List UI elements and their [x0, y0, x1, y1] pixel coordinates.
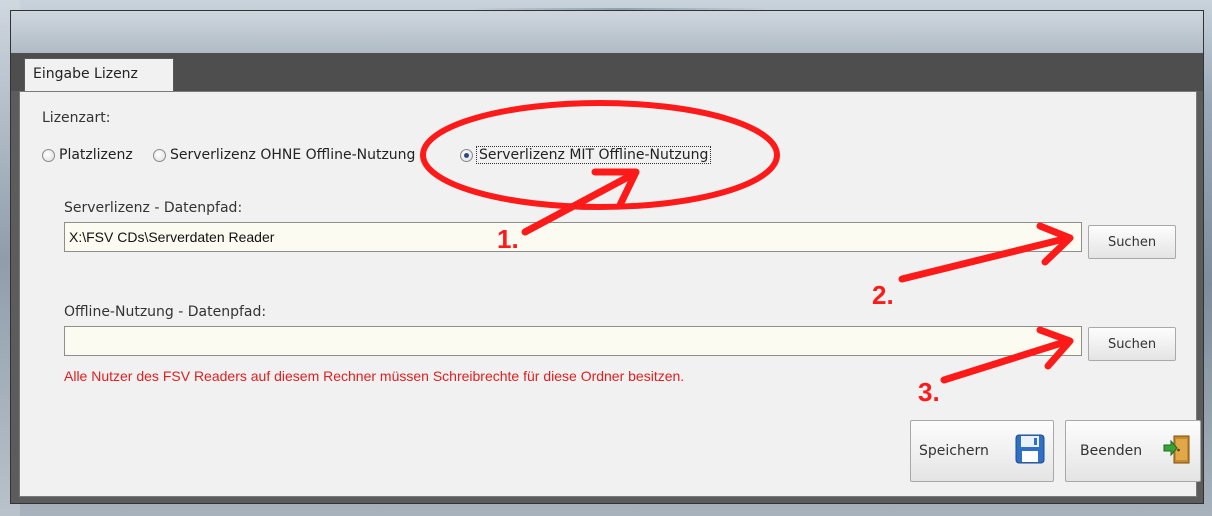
arrow-2	[898, 222, 1074, 283]
step-number-3: 3.	[918, 377, 940, 407]
step-number-1: 1.	[497, 224, 519, 254]
step-number-2: 2.	[872, 280, 894, 310]
arrow-3	[940, 326, 1074, 384]
annotation-overlay	[420, 100, 1074, 384]
